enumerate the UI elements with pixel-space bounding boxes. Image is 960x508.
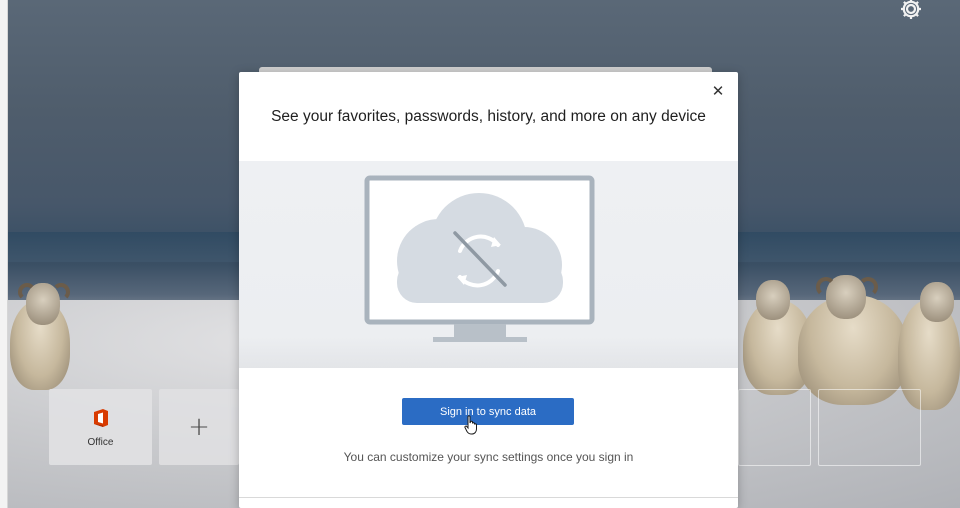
top-site-tile-office[interactable]: Office (49, 389, 152, 465)
sync-helper-text: You can customize your sync settings onc… (343, 450, 634, 464)
monitor-cloud-sync-off-icon (364, 175, 595, 342)
add-top-site-tile[interactable]: + (159, 389, 239, 465)
top-site-label: Office (87, 436, 114, 448)
sync-sign-in-dialog: ✕ See your favorites, passwords, history… (239, 72, 738, 508)
sync-illustration (239, 161, 738, 368)
top-site-tile-empty[interactable] (738, 389, 811, 466)
close-icon: ✕ (711, 81, 725, 100)
top-site-tile-empty[interactable] (818, 389, 921, 466)
sign-in-to-sync-button[interactable]: Sign in to sync data (402, 398, 574, 425)
browser-window-edge (0, 0, 8, 508)
background-sheep-head (756, 280, 790, 320)
plus-icon: + (188, 412, 210, 442)
background-sheep-horn (18, 283, 36, 301)
background-sheep-horn (52, 283, 70, 301)
hand-cursor-icon (464, 415, 477, 435)
background-sheep-horn (858, 277, 878, 297)
dialog-title: See your favorites, passwords, history, … (271, 108, 706, 125)
dialog-footer-divider (239, 497, 738, 498)
gear-icon[interactable] (898, 0, 924, 22)
background-sheep-head (920, 282, 954, 322)
office-icon (93, 408, 108, 427)
close-button[interactable]: ✕ (708, 81, 728, 101)
background-sheep-horn (816, 277, 836, 297)
